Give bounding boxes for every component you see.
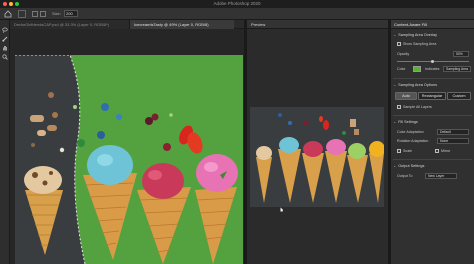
tab-document-2[interactable]: IcecreamIsTasty @ 49% (Layer 0, RGB/8) [130,20,234,29]
color-adaptation-label: Color Adaptation [397,130,424,134]
close-window-button[interactable] [3,2,7,6]
photoshop-window: Adobe Photoshop 2020 Size: 200 DerfarGir… [0,0,474,264]
show-sampling-checkbox[interactable] [397,42,401,47]
section-sampling-overlay[interactable]: ⌄ Sampling Area Overlay [393,32,437,38]
document-tabs: DerfarGirlfriendsCAP.psd @ 33.3% (Layer … [10,20,244,29]
output-to-select[interactable]: New Layer [425,173,457,179]
show-sampling-row: Show Sampling Area [397,41,436,47]
scale-label: Scale [403,149,412,153]
preview-title: Preview [247,20,388,29]
mirror-label: Mirror [441,149,451,153]
show-sampling-label: Show Sampling Area [403,42,437,46]
window-title: Adobe Photoshop 2020 [213,1,261,6]
output-to-label: Output To [397,174,413,178]
rectangular-button[interactable]: Rectangular [418,92,446,100]
lasso-tool-icon[interactable] [2,27,8,33]
separator [393,115,472,116]
panel-title: Content-Aware Fill [391,20,474,29]
custom-button[interactable]: Custom [447,92,471,100]
chevron-down-icon: ⌄ [393,120,397,124]
home-icon[interactable] [4,10,12,18]
brush-tool-icon[interactable] [2,36,8,42]
mirror-checkbox[interactable] [435,149,439,154]
section-fill-settings[interactable]: ⌄ Fill Settings [393,119,418,125]
size-label: Size: [52,11,61,16]
overlay-color-swatch[interactable] [413,66,421,72]
chevron-down-icon: ⌄ [393,164,397,168]
hand-tool-icon[interactable] [2,45,8,51]
preview-image[interactable] [250,107,384,207]
zoom-window-button[interactable] [15,2,19,6]
section-sampling-options[interactable]: ⌄ Sampling Area Options [393,82,437,88]
opacity-slider[interactable] [397,60,469,63]
minimize-window-button[interactable] [9,2,13,6]
tools-panel [0,20,10,264]
chevron-down-icon: ⌄ [393,83,397,87]
color-adaptation-select[interactable]: Default [437,129,469,135]
opacity-label: Opacity [397,52,410,56]
sample-all-row: Sample All Layers [397,104,432,110]
section-label: Output Settings [398,164,425,168]
sample-all-label: Sample All Layers [403,105,432,109]
canvas-area[interactable] [10,29,244,264]
section-output-settings[interactable]: ⌄ Output Settings [393,163,424,169]
new-selection-icon[interactable] [32,11,38,17]
section-label: Sampling Area Overlay [398,33,438,37]
indicates-select[interactable]: Sampling Area [443,66,471,72]
sample-all-checkbox[interactable] [397,105,401,110]
scale-checkbox[interactable] [397,149,401,154]
rotation-adaptation-select[interactable]: None [437,138,469,144]
rotation-adaptation-label: Rotation Adaptation [397,139,429,143]
opacity-slider-knob[interactable] [431,60,434,63]
chevron-down-icon: ⌄ [393,33,397,37]
options-bar: Size: 200 [0,8,474,20]
content-aware-fill-panel: Content-Aware Fill ⌄ Sampling Area Overla… [391,20,474,264]
mirror-row: Mirror [435,148,450,154]
separator [393,78,472,79]
separator [393,159,472,160]
tab-document-1[interactable]: DerfarGirlfriendsCAP.psd @ 33.3% (Layer … [10,20,130,29]
auto-button[interactable]: Auto [395,92,417,100]
title-bar: Adobe Photoshop 2020 [0,0,474,8]
add-selection-icon[interactable] [40,11,46,17]
size-input[interactable]: 200 [64,10,78,17]
section-label: Fill Settings [398,120,418,124]
indicates-label: Indicates [425,67,440,71]
section-label: Sampling Area Options [398,83,438,87]
scale-row: Scale [397,148,412,154]
preview-panel: Preview [247,20,388,264]
color-label: Color [397,67,406,71]
opacity-input[interactable]: 50% [453,51,469,57]
zoom-tool-icon[interactable] [2,54,8,60]
document-canvas-image[interactable] [15,55,243,264]
mouse-cursor-icon [280,207,283,212]
lasso-tool-preset-picker[interactable] [18,10,26,18]
